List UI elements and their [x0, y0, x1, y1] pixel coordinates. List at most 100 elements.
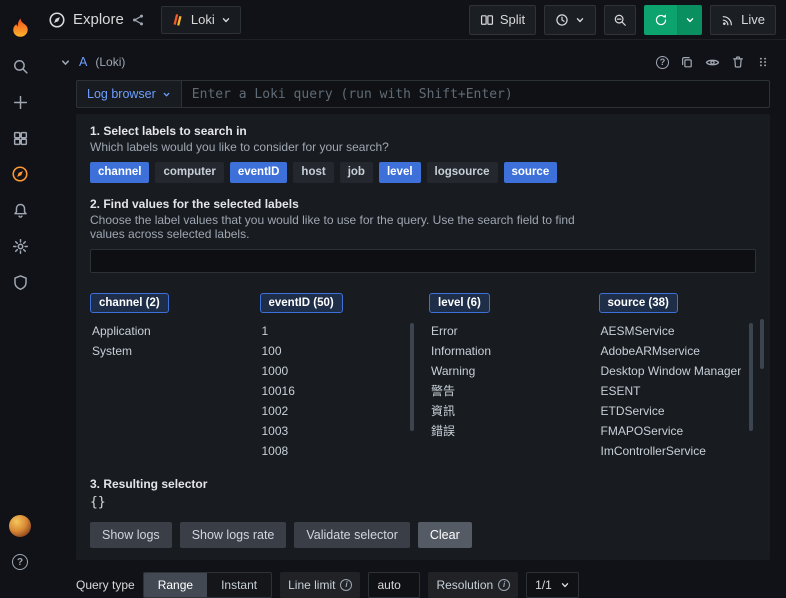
show-logs-rate-button[interactable]: Show logs rate	[179, 522, 287, 548]
label-chip-level[interactable]: level	[378, 162, 421, 183]
show-logs-button[interactable]: Show logs	[90, 522, 172, 548]
query-type-instant-option[interactable]: Instant	[207, 573, 271, 597]
value-column-header[interactable]: channel (2)	[90, 293, 169, 313]
sidebar-item-create[interactable]	[0, 84, 40, 120]
value-item[interactable]: ESENT	[599, 381, 757, 401]
value-item[interactable]: 錯誤	[429, 421, 587, 441]
label-chip-eventid[interactable]: eventID	[229, 162, 288, 183]
live-button-label: Live	[741, 12, 765, 27]
value-list: Error Information Warning 警告 資訊 錯誤	[429, 321, 587, 461]
remove-query-button[interactable]	[731, 55, 745, 69]
value-item[interactable]: Application	[90, 321, 248, 341]
value-item[interactable]: System	[90, 341, 248, 361]
value-item[interactable]: 100	[260, 341, 418, 361]
value-column-header[interactable]: source (38)	[598, 293, 678, 313]
explore-pane: A (Loki) Log browser	[40, 40, 786, 598]
split-button[interactable]: Split	[468, 4, 537, 35]
value-item[interactable]: Desktop Window Manager	[599, 361, 757, 381]
datasource-picker[interactable]: Loki	[160, 5, 241, 34]
value-item[interactable]: Information	[429, 341, 587, 361]
label-chip-channel[interactable]: channel	[90, 162, 150, 183]
zoom-out-button[interactable]	[604, 4, 637, 35]
value-list: 1 100 1000 10016 1002 1003 1008	[260, 321, 418, 461]
sidebar-item-explore[interactable]	[0, 156, 40, 192]
collapse-query-row-button[interactable]	[60, 57, 71, 68]
value-list: AESMService AdobeARMservice Desktop Wind…	[599, 321, 757, 461]
resolution-select[interactable]: 1/1	[526, 572, 579, 598]
sync-icon	[655, 13, 667, 25]
live-icon	[722, 15, 733, 25]
loki-logo	[173, 13, 182, 26]
query-help-button[interactable]	[656, 55, 669, 69]
value-item[interactable]: 1003	[260, 421, 418, 441]
search-icon	[13, 59, 28, 74]
sidebar-item-alerting[interactable]	[0, 192, 40, 228]
value-item[interactable]: AESMService	[599, 321, 757, 341]
scrollbar[interactable]	[749, 323, 753, 431]
value-item[interactable]: FMAPOService	[599, 421, 757, 441]
sidebar-item-server-admin[interactable]	[0, 264, 40, 300]
share-icon[interactable]	[131, 13, 145, 27]
step2-subtitle: Choose the label values that you would l…	[90, 213, 575, 241]
value-item[interactable]: 1002	[260, 401, 418, 421]
value-item[interactable]: Error	[429, 321, 587, 341]
refresh-button[interactable]	[644, 4, 679, 35]
value-item[interactable]: ImControllerService	[599, 441, 757, 461]
value-item[interactable]: 1	[260, 321, 418, 341]
zoom-out-icon	[614, 14, 627, 26]
trash-icon	[733, 56, 743, 68]
value-column-header[interactable]: eventID (50)	[259, 293, 343, 313]
value-item[interactable]: Warning	[429, 361, 587, 381]
avatar[interactable]	[9, 515, 31, 537]
refresh-interval-dropdown[interactable]	[678, 4, 703, 35]
duplicate-query-button[interactable]	[680, 55, 694, 69]
chevron-down-icon	[560, 580, 570, 590]
grafana-logo[interactable]	[9, 8, 32, 48]
loki-query-input[interactable]	[180, 80, 770, 108]
value-item[interactable]: ETDService	[599, 401, 757, 421]
chevron-down-icon	[162, 90, 171, 99]
log-browser-toggle-button[interactable]: Log browser	[76, 80, 181, 108]
label-values-search-input[interactable]	[90, 249, 756, 273]
label-chip-logsource[interactable]: logsource	[426, 162, 498, 183]
label-chip-source[interactable]: source	[503, 162, 558, 183]
resolution-field-label: Resolution	[428, 572, 519, 598]
query-row-actions	[656, 55, 770, 70]
clear-button[interactable]: Clear	[417, 522, 472, 548]
value-item[interactable]: 1000	[260, 361, 418, 381]
info-icon[interactable]	[498, 579, 511, 591]
line-limit-input[interactable]	[368, 572, 421, 598]
info-icon[interactable]	[340, 579, 353, 591]
sidebar-item-search[interactable]	[0, 48, 40, 84]
label-chip-host[interactable]: host	[293, 162, 334, 183]
help-circle-icon	[656, 55, 669, 69]
scrollbar[interactable]	[410, 323, 414, 431]
label-chip-computer[interactable]: computer	[155, 162, 224, 183]
query-options-toolbar: Query type Range Instant Line limit Reso…	[76, 572, 770, 598]
dashboards-icon	[13, 131, 27, 145]
scrollbar[interactable]	[760, 319, 764, 369]
value-column-header[interactable]: level (6)	[429, 293, 490, 313]
sidebar-item-dashboards[interactable]	[0, 120, 40, 156]
value-column-source: source (38) AESMService AdobeARMservice …	[598, 293, 757, 461]
value-item[interactable]: 警告	[429, 381, 587, 401]
copy-icon	[682, 57, 692, 68]
sidebar-item-configuration[interactable]	[0, 228, 40, 264]
label-chip-job[interactable]: job	[339, 162, 373, 183]
validate-selector-button[interactable]: Validate selector	[294, 522, 410, 548]
value-item[interactable]: AdobeARMservice	[599, 341, 757, 361]
resulting-selector-value: {}	[90, 495, 106, 510]
query-ref-id: A	[79, 55, 88, 69]
value-item[interactable]: 10016	[260, 381, 418, 401]
step3-title: 3. Resulting selector	[90, 477, 208, 491]
time-picker-button[interactable]	[544, 4, 597, 35]
query-type-range-option[interactable]: Range	[143, 573, 208, 597]
disable-query-button[interactable]	[705, 55, 720, 70]
topbar-actions: Split Live	[468, 4, 776, 35]
drag-query-handle[interactable]	[756, 55, 770, 69]
live-button[interactable]: Live	[710, 4, 776, 35]
value-item[interactable]: 1008	[260, 441, 418, 461]
sidebar-item-help[interactable]	[0, 544, 40, 580]
value-item[interactable]: 資訊	[429, 401, 587, 421]
datasource-name: Loki	[190, 12, 215, 27]
